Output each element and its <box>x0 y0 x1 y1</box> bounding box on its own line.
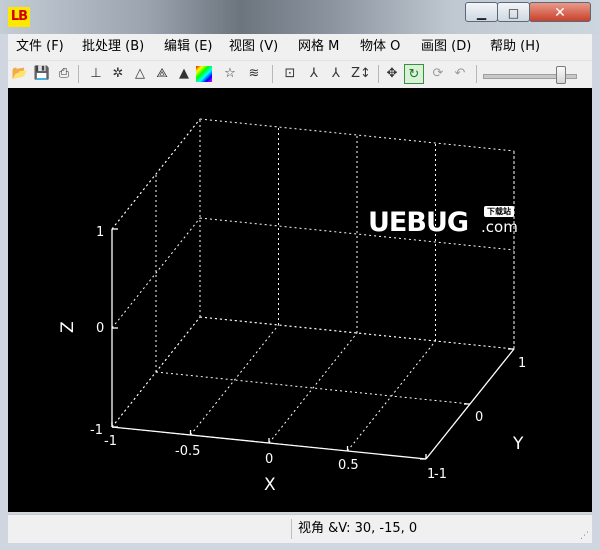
star-icon[interactable]: ☆ <box>220 64 240 84</box>
menu-bar: 文件 (F) 批处理 (B) 编辑 (E) 视图 (V) 网格 M 物体 O 画… <box>8 34 592 60</box>
plot-canvas[interactable]: Z X Y 1 0 -1 -1 -0.5 0 0.5 1 -1 0 1 UEBU… <box>8 88 592 512</box>
menu-draw[interactable]: 画图 (D) <box>421 34 471 60</box>
menu-mesh[interactable]: 网格 M <box>298 34 339 60</box>
y-tick-label: 1 <box>518 356 526 371</box>
axes-icon[interactable]: ⊥ <box>86 64 106 84</box>
toolbar-separator <box>78 65 79 83</box>
toolbar: 📂 💾 ⎙ ⊥ ✲ △ ⟁ ▲ ■ ☆ ≋ ⊡ ⅄ ⅄ Z↕ ✥ ↻ ⟳ ↶ <box>8 60 592 88</box>
axis-lines <box>111 228 515 460</box>
minimize-button[interactable]: ▁ <box>465 2 498 22</box>
z-tick-label: 0 <box>96 321 104 336</box>
z-scale-icon[interactable]: Z↕ <box>348 64 374 84</box>
z-tick-label: -1 <box>90 423 103 438</box>
watermark-tag: 下载站 <box>484 206 514 217</box>
toolbar-separator <box>272 65 273 83</box>
title-bar[interactable]: LB ▁ □ ✕ <box>0 0 600 34</box>
maximize-button[interactable]: □ <box>497 2 530 22</box>
open-folder-icon[interactable]: 📂 <box>10 64 30 84</box>
app-window: LB ▁ □ ✕ 文件 (F) 批处理 (B) 编辑 (E) 视图 (V) 网格… <box>0 0 600 550</box>
rotate-icon[interactable]: ↻ <box>404 64 424 84</box>
x-tick-label: -0.5 <box>175 444 200 459</box>
grid-lines <box>111 118 515 460</box>
app-logo-icon: LB <box>8 7 30 27</box>
xz-axes-icon[interactable]: ⅄ <box>326 64 346 84</box>
close-button[interactable]: ✕ <box>529 2 591 22</box>
y-tick-label: -1 <box>434 467 447 482</box>
menu-object[interactable]: 物体 O <box>360 34 400 60</box>
x-tick-label: -1 <box>104 434 117 449</box>
wireframe-icon[interactable]: ⟁ <box>152 64 172 84</box>
x-axis-label: X <box>264 475 276 495</box>
xyz-axes-icon[interactable]: ⅄ <box>304 64 324 84</box>
contour-icon[interactable]: ≋ <box>244 64 264 84</box>
menu-batch[interactable]: 批处理 (B) <box>82 34 144 60</box>
floor-grid-line <box>190 324 279 436</box>
menu-file[interactable]: 文件 (F) <box>16 34 64 60</box>
mesh-icon[interactable]: △ <box>130 64 150 84</box>
watermark-main: UEBUG <box>368 207 469 238</box>
floor-grid-line <box>268 332 358 444</box>
x-tick-label: 0 <box>265 452 273 467</box>
light-icon[interactable]: ✲ <box>108 64 128 84</box>
rotate-light-icon[interactable]: ⟳ <box>428 64 448 84</box>
toolbar-separator <box>378 65 379 83</box>
z-axis-label: Z <box>58 321 78 333</box>
zoom-slider-handle[interactable] <box>556 66 566 84</box>
x-tick-label: 0.5 <box>338 458 359 473</box>
box-icon[interactable]: ⊡ <box>280 64 300 84</box>
print-icon[interactable]: ⎙ <box>54 64 74 84</box>
menu-help[interactable]: 帮助 (H) <box>490 34 540 60</box>
color-map-icon[interactable]: ■ <box>196 66 212 82</box>
status-bar: 视角 &V: 30, -15, 0 ⋰ <box>8 514 592 543</box>
save-disk-icon[interactable]: 💾 <box>32 64 52 84</box>
y-axis-label: Y <box>512 434 524 454</box>
side-wall-grid-line <box>111 316 201 428</box>
view-angle-status: 视角 &V: 30, -15, 0 <box>298 521 418 536</box>
toolbar-separator <box>476 65 477 83</box>
plot-3d-box: Z X Y 1 0 -1 -1 -0.5 0 0.5 1 -1 0 1 <box>58 118 526 495</box>
y-tick-label: 0 <box>475 410 483 425</box>
status-divider <box>291 519 292 539</box>
resize-grip-icon[interactable]: ⋰ <box>580 531 590 541</box>
solid-cone-icon[interactable]: ▲ <box>174 64 194 84</box>
watermark-domain: .com <box>481 218 518 236</box>
menu-edit[interactable]: 编辑 (E) <box>164 34 213 60</box>
menu-view[interactable]: 视图 (V) <box>229 34 278 60</box>
move-icon[interactable]: ✥ <box>382 64 402 84</box>
z-tick-label: 1 <box>96 225 104 240</box>
undo-rotate-icon[interactable]: ↶ <box>450 64 470 84</box>
watermark-logo: UEBUG 下载站 .com <box>368 205 528 241</box>
box-edge-line <box>111 118 201 230</box>
